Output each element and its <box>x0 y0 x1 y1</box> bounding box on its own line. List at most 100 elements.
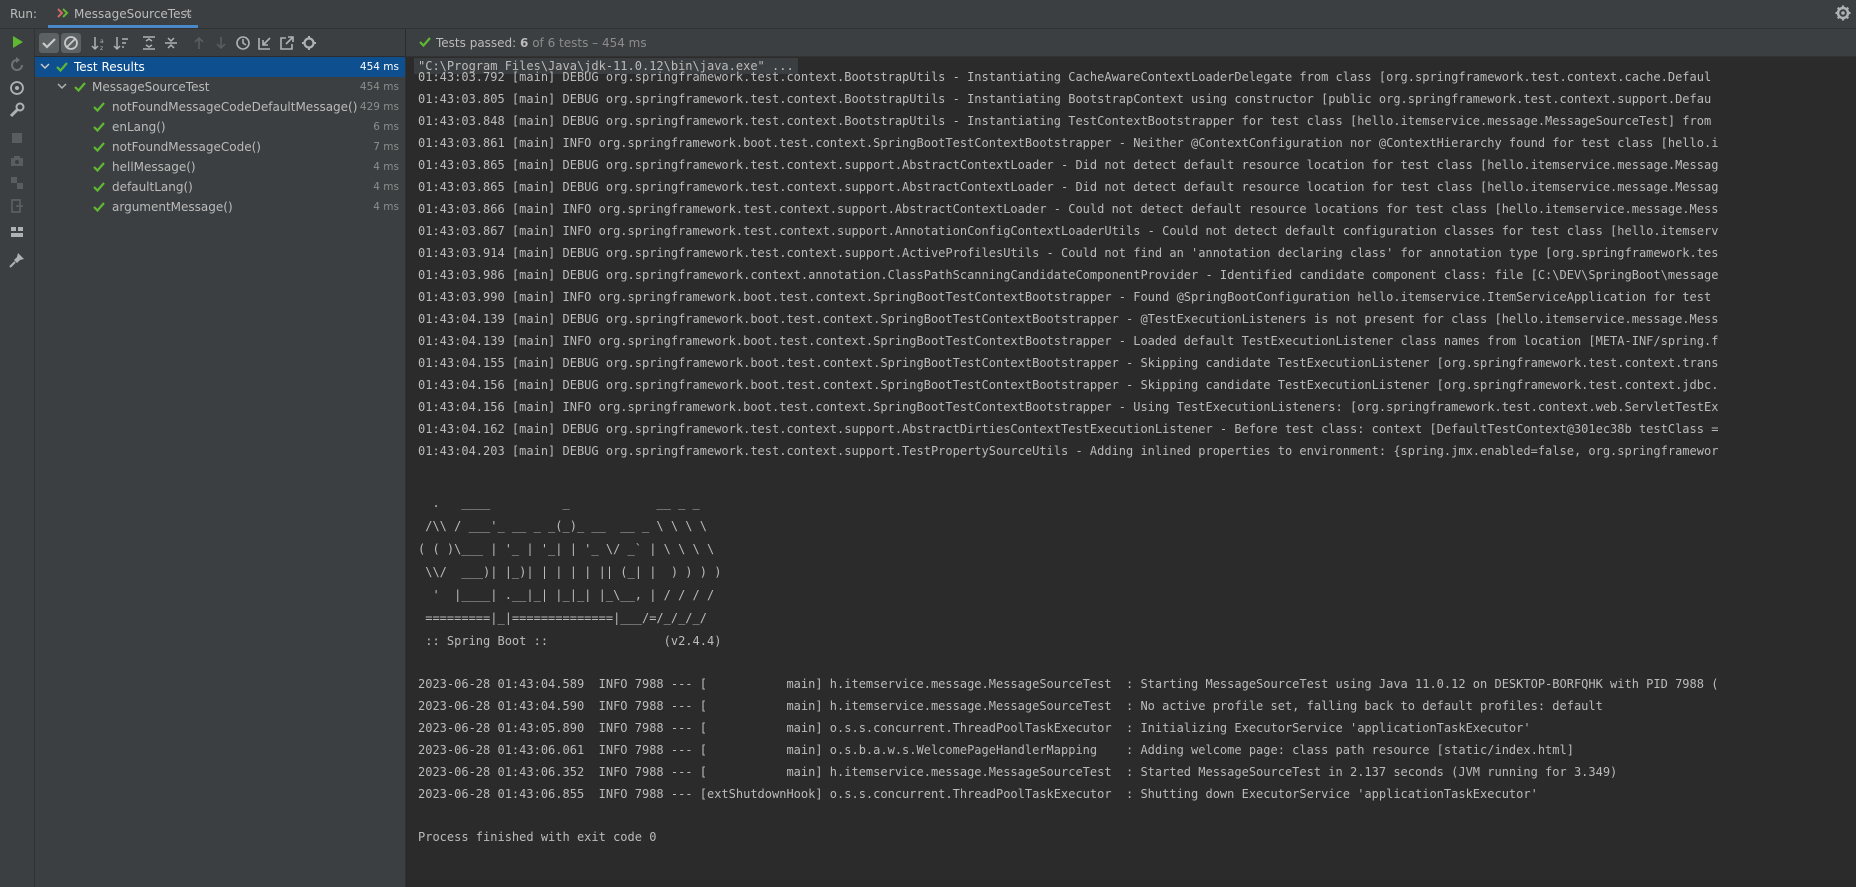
spring-banner-line: ( ( )\___ | '_ | '_| | '_ \/ _` | \ \ \ … <box>418 542 715 556</box>
console-line: 01:43:04.139 [main] DEBUG org.springfram… <box>418 312 1719 326</box>
svg-text:z: z <box>100 45 103 51</box>
console-line: 2023-06-28 01:43:04.590 INFO 7988 --- [ … <box>418 699 1603 713</box>
collapse-all-button[interactable] <box>161 33 181 53</box>
check-icon <box>93 162 105 173</box>
check-icon <box>93 142 105 153</box>
console-line: 01:43:04.156 [main] INFO org.springframe… <box>418 400 1719 414</box>
check-icon <box>93 122 105 133</box>
spring-banner-line: /\\ / ___'_ __ _ _(_)_ __ __ _ \ \ \ \ <box>418 519 707 533</box>
tree-row-duration: 7 ms <box>373 141 399 153</box>
console-line: 01:43:03.865 [main] DEBUG org.springfram… <box>418 180 1719 194</box>
tree-row-duration: 454 ms <box>359 61 399 73</box>
gear-icon[interactable] <box>1834 4 1852 22</box>
run-side-toolbar <box>0 29 35 887</box>
layout-icon[interactable] <box>8 174 26 192</box>
console-line: 2023-06-28 01:43:04.589 INFO 7988 --- [ … <box>418 677 1719 691</box>
prev-failed-icon <box>194 36 204 49</box>
sort-alpha-icon: a z <box>91 37 104 51</box>
console-line: 01:43:03.805 [main] DEBUG org.springfram… <box>418 92 1712 106</box>
chevron-down-icon[interactable] <box>57 81 67 91</box>
console-line: 01:43:03.865 [main] DEBUG org.springfram… <box>418 158 1719 172</box>
check-icon <box>56 62 68 73</box>
tree-row-label: notFoundMessageCodeDefaultMessage() <box>112 100 358 114</box>
tree-row-suite[interactable]: MessageSourceTest 454 ms <box>35 77 405 97</box>
tree-row-label: enLang() <box>112 120 166 134</box>
check-icon <box>93 102 105 113</box>
exit-icon[interactable] <box>8 197 26 215</box>
console-line: 2023-06-28 01:43:06.855 INFO 7988 --- [e… <box>418 787 1538 801</box>
camera-icon[interactable] <box>8 152 26 170</box>
test-settings-button[interactable] <box>299 33 319 53</box>
settings-icon <box>302 36 316 50</box>
console-line: 01:43:04.203 [main] DEBUG org.springfram… <box>418 444 1719 458</box>
tree-row-duration: 4 ms <box>373 181 399 193</box>
spring-boot-version-line: :: Spring Boot :: (v2.4.4) <box>418 634 722 648</box>
tree-row-test[interactable]: notFoundMessageCodeDefaultMessage() 429 … <box>35 97 405 117</box>
export-tests-button[interactable] <box>277 33 297 53</box>
check-icon <box>419 37 431 48</box>
collapse-all-icon <box>165 37 177 49</box>
check-icon <box>74 82 86 93</box>
check-icon <box>93 202 105 213</box>
spring-banner-line: . ____ _ __ _ _ <box>418 496 700 510</box>
debug-icon[interactable] <box>8 79 26 97</box>
show-ignored-button[interactable] <box>61 33 81 53</box>
chevron-down-icon[interactable] <box>40 61 50 71</box>
check-icon <box>93 182 105 193</box>
run-icon[interactable] <box>8 33 26 51</box>
console-line: 2023-06-28 01:43:06.061 INFO 7988 --- [ … <box>418 743 1574 757</box>
console-line: 01:43:03.914 [main] DEBUG org.springfram… <box>418 246 1719 260</box>
console-line: 01:43:04.139 [main] INFO org.springframe… <box>418 334 1719 348</box>
console-line: 01:43:03.866 [main] INFO org.springframe… <box>418 202 1719 216</box>
stop-icon[interactable] <box>8 129 26 147</box>
console-line: 01:43:04.156 [main] DEBUG org.springfram… <box>418 378 1719 392</box>
console-line: 01:43:03.848 [main] DEBUG org.springfram… <box>418 114 1712 128</box>
process-exit-line: Process finished with exit code 0 <box>418 830 657 844</box>
tree-row-label: defaultLang() <box>112 180 193 194</box>
tree-row-duration: 454 ms <box>359 81 399 93</box>
sort-duration-icon <box>113 37 128 51</box>
tab-message-source-test[interactable]: MessageSourceTest × <box>48 0 198 28</box>
status-prefix: Tests passed: <box>436 36 521 50</box>
console-line: 01:43:03.990 [main] INFO org.springframe… <box>418 290 1712 304</box>
tree-row-test[interactable]: enLang() 6 ms <box>35 117 405 137</box>
console-line: 01:43:03.861 [main] INFO org.springframe… <box>418 136 1719 150</box>
show-passed-button[interactable] <box>39 33 59 53</box>
console-line: 2023-06-28 01:43:05.890 INFO 7988 --- [ … <box>418 721 1531 735</box>
expand-all-button[interactable] <box>139 33 159 53</box>
previous-failed-button[interactable] <box>189 33 209 53</box>
export-icon <box>280 36 294 50</box>
next-failed-button[interactable] <box>211 33 231 53</box>
test-results-tree: Test Results 454 ms MessageSourceTest 45… <box>35 57 406 887</box>
rerun-failed-icon[interactable] <box>8 56 26 74</box>
console-line: 01:43:04.155 [main] DEBUG org.springfram… <box>418 356 1719 370</box>
import-icon <box>258 37 271 50</box>
tree-row-test-results[interactable]: Test Results 454 ms <box>35 57 405 77</box>
console-line: 01:43:03.986 [main] DEBUG org.springfram… <box>418 268 1719 282</box>
import-tests-button[interactable] <box>255 33 275 53</box>
tree-row-test[interactable]: hellMessage() 4 ms <box>35 157 405 177</box>
console-line: 2023-06-28 01:43:06.352 INFO 7988 --- [ … <box>418 765 1618 779</box>
tree-row-test[interactable]: argumentMessage() 4 ms <box>35 197 405 217</box>
tree-row-duration: 4 ms <box>373 161 399 173</box>
show-ignored-icon <box>64 36 78 50</box>
pin-icon[interactable] <box>8 251 26 269</box>
sort-alphabetically-button[interactable]: a z <box>89 33 109 53</box>
run-label: Run: <box>10 7 38 21</box>
tests-passed-summary: Tests passed: 6 of 6 tests – 454 ms <box>436 36 647 50</box>
test-runner-toolbar: a z <box>35 29 405 56</box>
sort-by-duration-button[interactable] <box>111 33 131 53</box>
tree-row-duration: 6 ms <box>373 121 399 133</box>
console-line: 01:43:04.162 [main] DEBUG org.springfram… <box>418 422 1719 436</box>
expand-all-icon <box>143 36 155 50</box>
test-history-button[interactable] <box>233 33 253 53</box>
console-output[interactable]: "C:\Program Files\Java\jdk-11.0.12\bin\j… <box>406 57 1856 887</box>
wrench-icon[interactable] <box>8 101 26 119</box>
tree-row-duration: 429 ms <box>359 101 399 113</box>
grid-icon[interactable] <box>8 223 26 241</box>
close-icon[interactable]: × <box>183 6 193 20</box>
tree-row-test[interactable]: notFoundMessageCode() 7 ms <box>35 137 405 157</box>
tree-row-test[interactable]: defaultLang() 4 ms <box>35 177 405 197</box>
spring-banner-line: =========|_|==============|___/=/_/_/_/ <box>418 611 707 625</box>
svg-text:a: a <box>100 38 104 45</box>
